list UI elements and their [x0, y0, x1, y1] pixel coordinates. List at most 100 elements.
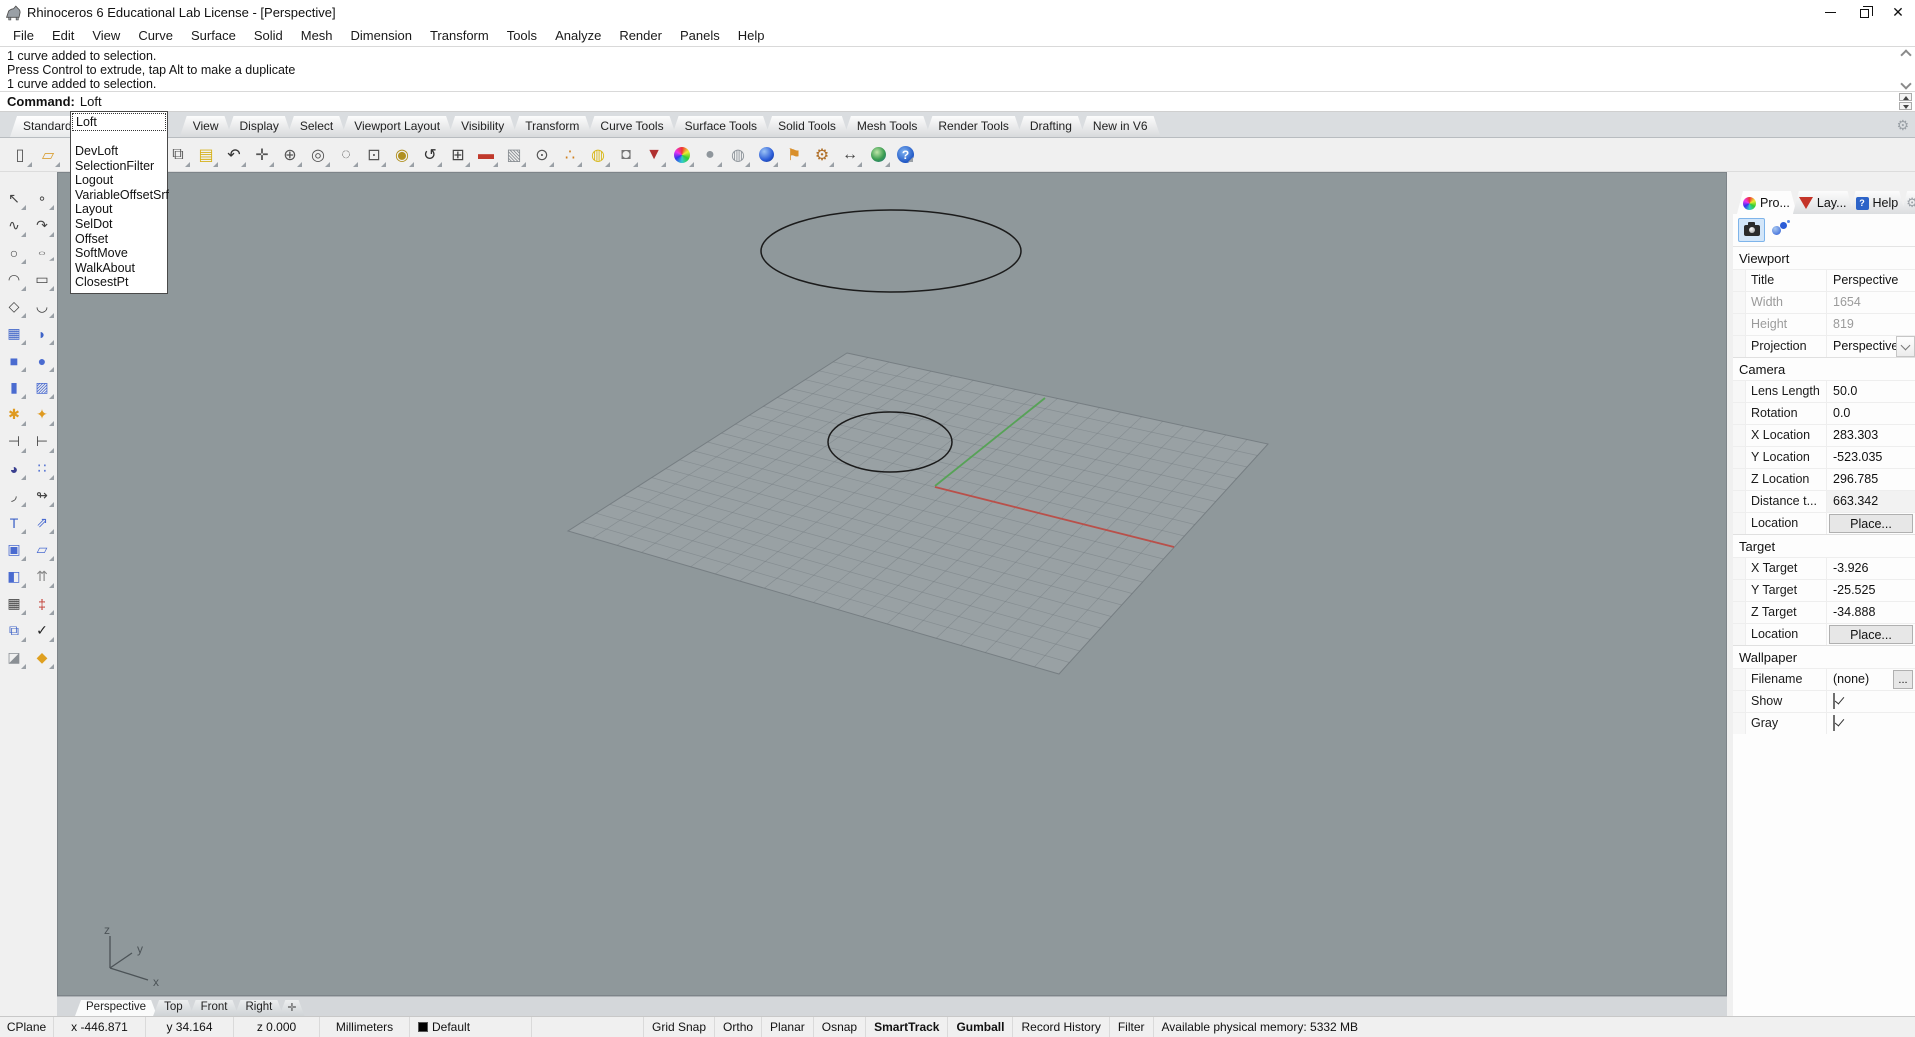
- flag-icon[interactable]: ⚑: [781, 142, 807, 168]
- tab-options-gear-icon[interactable]: ⚙: [1896, 117, 1909, 134]
- ribbon-tab[interactable]: Transform: [512, 116, 592, 137]
- color-wheel-icon[interactable]: [669, 142, 695, 168]
- rendered-sphere-icon[interactable]: [753, 142, 779, 168]
- minimize-button[interactable]: [1813, 0, 1847, 24]
- perspective-viewport[interactable]: z y x: [57, 172, 1727, 996]
- scroll-down-icon[interactable]: [1901, 80, 1910, 89]
- circle-tool-icon[interactable]: ○: [2, 240, 27, 265]
- rotate-view-icon[interactable]: ⊕: [277, 142, 303, 168]
- cplane-button[interactable]: CPlane: [0, 1017, 54, 1037]
- cylinder-tool-icon[interactable]: ▮: [2, 375, 27, 400]
- rectangle-tool-icon[interactable]: ▭: [30, 267, 55, 292]
- surface-analysis-icon[interactable]: ▧: [501, 142, 527, 168]
- y-location-value[interactable]: -523.035: [1827, 447, 1915, 468]
- extrude-tool-icon[interactable]: ⇈: [30, 564, 55, 589]
- text-tool-icon[interactable]: T: [2, 510, 27, 535]
- menu-item[interactable]: Edit: [43, 26, 83, 45]
- panel-tab-properties[interactable]: Pro...: [1737, 191, 1797, 214]
- ribbon-tab[interactable]: Mesh Tools: [844, 116, 930, 137]
- menu-item[interactable]: Render: [610, 26, 671, 45]
- toggle-osnap[interactable]: Osnap: [814, 1017, 867, 1037]
- autocomplete-item[interactable]: VariableOffsetSrf: [71, 188, 169, 203]
- scale-tool-icon[interactable]: ⇗: [30, 510, 55, 535]
- wallpaper-filename-value[interactable]: (none): [1827, 669, 1893, 690]
- ellipse-tool-icon[interactable]: ○: [30, 244, 55, 262]
- ribbon-tab[interactable]: New in V6: [1080, 116, 1161, 137]
- lock-icon[interactable]: ◘: [613, 142, 639, 168]
- scroll-up-icon[interactable]: [1901, 49, 1910, 58]
- ribbon-tab[interactable]: Display: [227, 116, 292, 137]
- undo-icon[interactable]: ↶: [221, 142, 247, 168]
- pan-icon[interactable]: ✛: [249, 142, 275, 168]
- menu-item[interactable]: Surface: [182, 26, 245, 45]
- menu-item[interactable]: Solid: [245, 26, 292, 45]
- earth-icon[interactable]: [865, 142, 891, 168]
- viewport-tab-right[interactable]: Right: [234, 1000, 283, 1016]
- toggle-filter[interactable]: Filter: [1110, 1017, 1154, 1037]
- split-tool-icon[interactable]: ⊢: [30, 429, 55, 454]
- gray-checkbox[interactable]: [1833, 715, 1835, 731]
- menu-item[interactable]: Dimension: [342, 26, 421, 45]
- curve-points-tool-icon[interactable]: ∿: [2, 213, 27, 238]
- close-button[interactable]: ✕: [1881, 0, 1915, 24]
- toggle-smarttrack[interactable]: SmartTrack: [866, 1017, 949, 1037]
- toggle-record-history[interactable]: Record History: [1013, 1017, 1110, 1037]
- autocomplete-item[interactable]: Layout: [71, 202, 167, 217]
- menu-item[interactable]: Help: [729, 26, 774, 45]
- radius-measure-icon[interactable]: ⊙: [529, 142, 555, 168]
- object-snap-icon[interactable]: ∴: [557, 142, 583, 168]
- zoom-extents-icon[interactable]: ◎: [305, 142, 331, 168]
- ribbon-tab[interactable]: Select: [287, 116, 346, 137]
- autocomplete-item[interactable]: WalkAbout: [71, 261, 167, 276]
- dimension-icon[interactable]: ↔: [837, 142, 863, 168]
- align-tool-icon[interactable]: ▱: [30, 537, 55, 562]
- menu-item[interactable]: File: [4, 26, 43, 45]
- menu-item[interactable]: Transform: [421, 26, 498, 45]
- point-set-tool-icon[interactable]: ∷: [30, 456, 55, 481]
- section-tool-icon[interactable]: ‡: [30, 591, 55, 616]
- array-tool-icon[interactable]: ▦: [2, 591, 27, 616]
- point-tool-icon[interactable]: ∘: [30, 186, 55, 211]
- ribbon-tab[interactable]: Viewport Layout: [341, 116, 453, 137]
- trim-tool-icon[interactable]: ⊣: [2, 429, 27, 454]
- autocomplete-item[interactable]: Logout: [71, 173, 167, 188]
- projection-value[interactable]: Perspective: [1827, 336, 1896, 357]
- menu-item[interactable]: View: [83, 26, 129, 45]
- autocomplete-item[interactable]: SelDot: [71, 217, 167, 232]
- sphere-tool-icon[interactable]: ●: [30, 348, 55, 373]
- object-properties-button[interactable]: [1768, 218, 1795, 242]
- curve-handles-tool-icon[interactable]: ↷: [30, 213, 55, 238]
- autocomplete-item[interactable]: Offset: [71, 232, 167, 247]
- ribbon-tab[interactable]: Drafting: [1017, 116, 1085, 137]
- spin-down-icon[interactable]: [1899, 102, 1912, 110]
- solid-tools-icon[interactable]: ◪: [2, 645, 27, 670]
- shaded-sphere-icon[interactable]: ●: [697, 142, 723, 168]
- display-mode-icon[interactable]: ▬: [473, 142, 499, 168]
- box-tool-icon[interactable]: ■: [2, 348, 27, 373]
- arc-tool-icon[interactable]: ◠: [2, 267, 27, 292]
- undo-view-change-icon[interactable]: ↺: [417, 142, 443, 168]
- projection-dropdown-button[interactable]: [1896, 336, 1915, 357]
- zoom-dynamic-icon[interactable]: ◌: [333, 142, 359, 168]
- viewport-properties-button[interactable]: [1738, 218, 1765, 242]
- autocomplete-item[interactable]: ClosestPt: [71, 275, 167, 290]
- options-gears-icon[interactable]: ⚙: [809, 142, 835, 168]
- menu-item[interactable]: Mesh: [292, 26, 342, 45]
- command-spinner[interactable]: [1899, 93, 1912, 110]
- lens-length-value[interactable]: 50.0: [1827, 381, 1915, 402]
- x-target-value[interactable]: -3.926: [1827, 558, 1915, 579]
- autocomplete-item[interactable]: DevLoft: [71, 144, 167, 159]
- copy-icon[interactable]: ⧉: [165, 142, 191, 168]
- new-file-icon[interactable]: ▯: [7, 142, 33, 168]
- surface-points-tool-icon[interactable]: ▦: [2, 321, 27, 346]
- autocomplete-selected-item[interactable]: Loft: [72, 113, 166, 131]
- color-tool-icon[interactable]: ◕: [2, 456, 27, 481]
- ribbon-tab[interactable]: Surface Tools: [672, 116, 771, 137]
- viewport-tab-front[interactable]: Front: [190, 1000, 239, 1016]
- check-tool-icon[interactable]: ✓: [30, 618, 55, 643]
- new-viewport-button[interactable]: ✛: [279, 1000, 304, 1016]
- continuity-tool-icon[interactable]: ↬: [30, 483, 55, 508]
- surface-grid-tool-icon[interactable]: ▨: [30, 375, 55, 400]
- fillet-tool-icon[interactable]: ◞: [2, 483, 27, 508]
- y-target-value[interactable]: -25.525: [1827, 580, 1915, 601]
